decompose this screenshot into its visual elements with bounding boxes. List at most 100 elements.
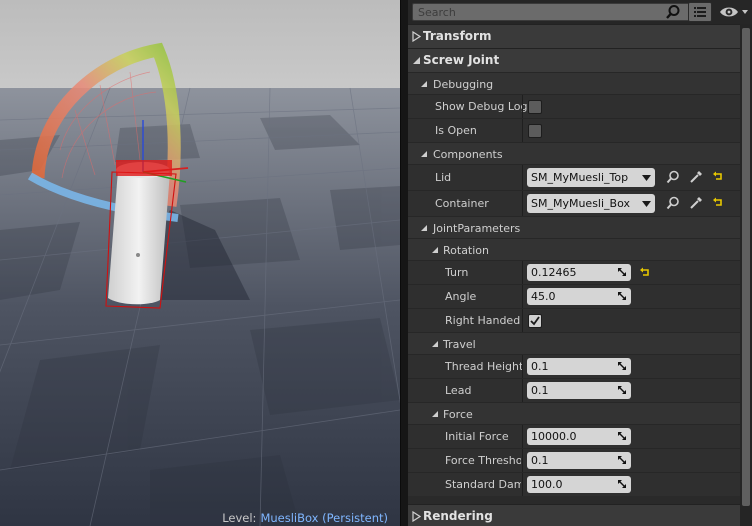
column-divider [522,473,523,496]
property-list: Transform Screw Joint Debugging Show Deb… [408,24,740,526]
group-label: JointParameters [433,222,521,235]
search-bar [408,0,752,24]
reset-arrow-icon[interactable] [637,265,653,281]
lead-input[interactable]: 0.1 [527,382,631,399]
combo-value: SM_MyMuesli_Box [531,197,630,210]
collapse-arrow-icon [421,81,427,87]
is-open-checkbox[interactable] [528,124,542,138]
prop-label: Container [435,197,489,210]
view-options-button[interactable] [688,2,712,22]
prop-label: Is Open [435,124,477,137]
right-handed-checkbox[interactable] [528,314,542,328]
scrollbar-thumb[interactable] [742,28,750,506]
panel-splitter[interactable] [400,0,408,526]
group-label: Travel [443,338,476,351]
prop-initial-force: Initial Force 10000.0 [408,424,740,448]
column-divider [522,95,523,118]
chevron-down-icon [642,201,651,207]
force-threshold-input[interactable]: 0.1 [527,452,631,469]
grid-list-icon [694,7,706,17]
column-divider [522,285,523,308]
drag-handle-icon[interactable] [617,479,627,489]
column-divider [522,449,523,472]
group-debugging[interactable]: Debugging [408,72,740,94]
checkmark-icon [530,316,540,326]
initial-force-input[interactable]: 10000.0 [527,428,631,445]
category-label: Screw Joint [423,53,500,67]
prop-label: Turn [445,266,469,279]
prop-thread-height: Thread Height 0.1 [408,354,740,378]
drag-handle-icon[interactable] [617,267,627,277]
drag-handle-icon[interactable] [617,361,627,371]
search-icon[interactable] [665,4,681,20]
collapse-arrow-icon [432,247,438,253]
column-divider [522,165,523,190]
group-label: Force [443,408,473,421]
vertical-scrollbar[interactable] [740,24,752,526]
field-value: 10000.0 [531,430,577,443]
group-label: Components [433,148,503,161]
thread-height-input[interactable]: 0.1 [527,358,631,375]
drag-handle-icon[interactable] [617,291,627,301]
group-joint-parameters[interactable]: JointParameters [408,216,740,238]
drag-handle-icon[interactable] [617,431,627,441]
field-value: 0.1 [531,454,549,467]
field-value: 100.0 [531,478,563,491]
angle-input[interactable]: 45.0 [527,288,631,305]
column-divider [522,119,523,142]
collapse-arrow-icon [413,57,420,64]
prop-label: Thread Height [445,360,524,373]
category-transform[interactable]: Transform [408,24,740,48]
group-components[interactable]: Components [408,142,740,164]
standard-damping-input[interactable]: 100.0 [527,476,631,493]
prop-label: Show Debug Log [435,100,528,113]
expand-arrow-icon [412,511,421,522]
prop-standard-damping: Standard Damping 100.0 [408,472,740,496]
combo-value: SM_MyMuesli_Top [531,171,629,184]
prop-lid: Lid SM_MyMuesli_Top [408,164,740,190]
prop-lead: Lead 0.1 [408,378,740,402]
drag-handle-icon[interactable] [617,455,627,465]
prop-label: Right Handed [445,314,521,327]
category-label: Rendering [423,509,493,523]
prop-label: Initial Force [445,430,509,443]
group-travel[interactable]: Travel [408,332,740,354]
container-asset-combo[interactable]: SM_MyMuesli_Box [527,194,655,213]
prop-angle: Angle 45.0 [408,284,740,308]
field-value: 45.0 [531,290,556,303]
prop-label: Standard Damping [445,478,521,491]
details-panel: Transform Screw Joint Debugging Show Deb… [408,0,752,526]
column-divider [522,309,523,332]
browse-magnifier-icon[interactable] [665,195,681,211]
group-force[interactable]: Force [408,402,740,424]
category-screw-joint[interactable]: Screw Joint [408,48,740,72]
prop-show-debug-log: Show Debug Log [408,94,740,118]
prop-turn: Turn 0.12465 [408,260,740,284]
prop-label: Angle [445,290,477,303]
level-prefix: Level: [222,511,257,525]
drag-handle-icon[interactable] [617,385,627,395]
eye-icon[interactable] [718,3,750,21]
show-debug-log-checkbox[interactable] [528,100,542,114]
field-value: 0.1 [531,360,549,373]
column-divider [522,379,523,402]
column-divider [522,191,523,216]
category-rendering[interactable]: Rendering [408,504,740,526]
prop-force-threshold: Force Threshold 0.1 [408,448,740,472]
reset-arrow-icon[interactable] [710,195,726,211]
group-rotation[interactable]: Rotation [408,238,740,260]
eyedropper-icon[interactable] [688,169,704,185]
level-viewport[interactable]: Level: MuesliBox (Persistent) [0,0,400,526]
prop-right-handed: Right Handed [408,308,740,332]
eyedropper-icon[interactable] [688,195,704,211]
browse-magnifier-icon[interactable] [665,169,681,185]
collapse-arrow-icon [421,151,427,157]
viewport-scene[interactable] [0,0,400,526]
turn-input[interactable]: 0.12465 [527,264,631,281]
prop-label: Lead [445,384,472,397]
reset-arrow-icon[interactable] [710,169,726,185]
prop-is-open: Is Open [408,118,740,142]
search-input[interactable] [412,3,692,21]
lid-asset-combo[interactable]: SM_MyMuesli_Top [527,168,655,187]
prop-container: Container SM_MyMuesli_Box [408,190,740,216]
